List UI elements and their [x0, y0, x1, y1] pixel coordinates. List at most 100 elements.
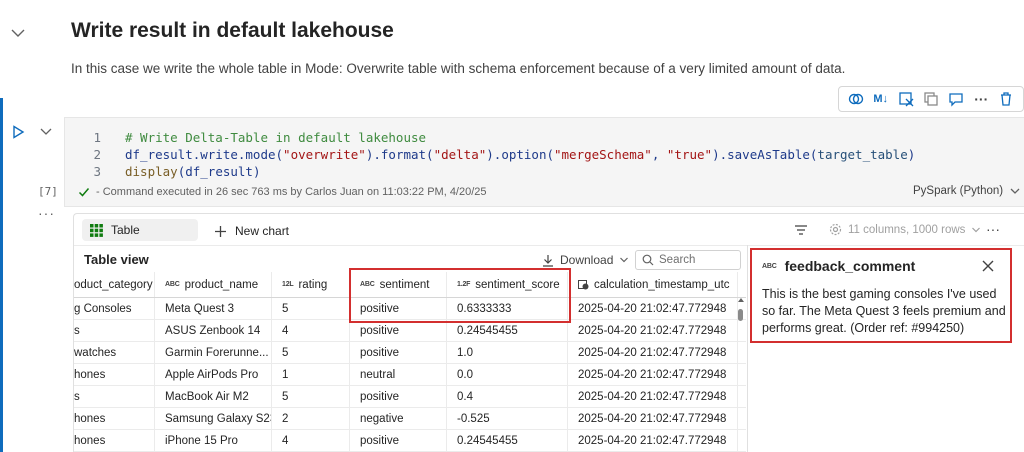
detail-body-text: This is the best gaming consoles I've us…	[762, 287, 1006, 335]
column-type-icon: 12L	[282, 281, 294, 288]
code-token: "mergeSchema"	[554, 147, 652, 162]
download-button[interactable]: Download	[542, 253, 629, 267]
table-cell[interactable]: 0.24545455	[447, 430, 568, 451]
table-cell[interactable]: 2025-04-20 21:02:47.772948	[568, 408, 738, 429]
table-cell[interactable]: Apple AirPods Pro	[155, 364, 272, 385]
success-check-icon	[78, 188, 90, 197]
convert-to-markdown-button[interactable]: M↓	[871, 90, 891, 108]
copilot-icon[interactable]	[846, 90, 866, 108]
clear-output-icon[interactable]	[896, 90, 916, 108]
detail-header: ABC feedback_comment	[762, 258, 915, 274]
code-token: "delta"	[433, 147, 487, 162]
column-header[interactable]: oduct_category	[74, 272, 155, 297]
table-cell[interactable]: positive	[350, 342, 447, 363]
table-row[interactable]: s ASUS Zenbook 14 4 positive 0.24545455 2025-…	[74, 320, 746, 342]
table-cell[interactable]: 0.0	[447, 364, 568, 385]
table-cell[interactable]: positive	[350, 320, 447, 341]
comment-icon[interactable]	[946, 90, 966, 108]
table-row[interactable]: s MacBook Air M2 5 positive 0.4 2025-04-20 21…	[74, 386, 746, 408]
run-options-chevron-icon[interactable]	[38, 124, 54, 138]
execution-count: [7]	[38, 185, 58, 198]
table-row[interactable]: watches Garmin Forerunne... 5 positive 1.0 20…	[74, 342, 746, 364]
cell-toolbar: M↓ ···	[838, 86, 1024, 112]
detail-panel-divider	[747, 245, 748, 452]
code-token: ).format(	[365, 147, 434, 162]
table-cell[interactable]: Meta Quest 3	[155, 298, 272, 319]
chevron-down-icon	[1010, 188, 1020, 194]
table-row[interactable]: hones Samsung Galaxy S23 2 negative -0.525 20…	[74, 408, 746, 430]
table-view-title: Table view	[84, 252, 149, 267]
table-cell[interactable]: 2025-04-20 21:02:47.772948	[568, 298, 738, 319]
column-name: rating	[298, 278, 328, 291]
table-cell[interactable]: 5	[272, 386, 350, 407]
vertical-scrollbar[interactable]	[738, 309, 743, 321]
table-cell[interactable]: 2	[272, 408, 350, 429]
run-cell-icon[interactable]	[11, 125, 25, 139]
table-cell[interactable]: hones	[74, 408, 155, 429]
download-icon	[543, 254, 553, 267]
table-cell[interactable]: 5	[272, 342, 350, 363]
table-cell[interactable]: 2025-04-20 21:02:47.772948	[568, 320, 738, 341]
column-header[interactable]: ABC product_name	[155, 272, 272, 297]
table-cell[interactable]: negative	[350, 408, 447, 429]
table-cell[interactable]: neutral	[350, 364, 447, 385]
table-cell[interactable]: 1	[272, 364, 350, 385]
timestamp-type-icon	[578, 280, 589, 290]
table-cell[interactable]: iPhone 15 Pro	[155, 430, 272, 451]
table-cell[interactable]: 2025-04-20 21:02:47.772948	[568, 364, 738, 385]
table-cell[interactable]: Samsung Galaxy S23	[155, 408, 272, 429]
table-cell[interactable]: hones	[74, 364, 155, 385]
table-row[interactable]: hones Apple AirPods Pro 1 neutral 0.0 2025-04…	[74, 364, 746, 386]
table-cell[interactable]: s	[74, 320, 155, 341]
table-cell[interactable]: 0.4	[447, 386, 568, 407]
table-cell[interactable]: positive	[350, 430, 447, 451]
table-cell[interactable]: hones	[74, 430, 155, 451]
table-cell[interactable]: 1.0	[447, 342, 568, 363]
collapse-chevron-icon[interactable]	[10, 26, 26, 40]
delete-icon[interactable]	[996, 90, 1016, 108]
table-cell[interactable]: 2025-04-20 21:02:47.772948	[568, 386, 738, 407]
close-icon[interactable]	[981, 259, 995, 273]
column-name: oduct_category	[74, 278, 153, 291]
table-cell[interactable]: 4	[272, 430, 350, 451]
output-more-icon[interactable]: ···	[986, 221, 1000, 237]
cell-more-icon[interactable]: ···	[38, 205, 55, 221]
scroll-up-arrow[interactable]	[738, 298, 744, 302]
code-token: # Write Delta-Table in default lakehouse	[125, 130, 427, 145]
table-cell[interactable]: MacBook Air M2	[155, 386, 272, 407]
line-number: 2	[93, 147, 101, 162]
table-cell[interactable]: 0.24545455	[447, 320, 568, 341]
new-chart-button[interactable]: New chart	[214, 220, 289, 242]
language-selector[interactable]: PySpark (Python)	[913, 185, 1021, 197]
table-cell[interactable]: ASUS Zenbook 14	[155, 320, 272, 341]
table-cell[interactable]: g Consoles	[74, 298, 155, 319]
code-token: ,	[651, 147, 667, 162]
duplicate-icon[interactable]	[921, 90, 941, 108]
markdown-title: Write result in default lakehouse	[71, 19, 394, 42]
table-cell[interactable]: 5	[272, 298, 350, 319]
filter-icon[interactable]	[794, 223, 808, 237]
table-row[interactable]: hones iPhone 15 Pro 4 positive 0.24545455 202…	[74, 430, 746, 452]
tab-table[interactable]: Table	[82, 219, 198, 241]
column-type-icon: ABC	[165, 281, 180, 288]
search-input[interactable]: Search	[635, 250, 741, 270]
table-cell[interactable]: 2025-04-20 21:02:47.772948	[568, 342, 738, 363]
code-text: df_result.write.mode("overwrite").format…	[125, 147, 915, 162]
table-cell[interactable]: watches	[74, 342, 155, 363]
code-token: target_table	[817, 147, 908, 162]
execution-status: - Command executed in 26 sec 763 ms by C…	[78, 186, 487, 198]
table-cell[interactable]: 4	[272, 320, 350, 341]
more-options-icon[interactable]: ···	[971, 90, 991, 108]
table-cell[interactable]: Garmin Forerunne...	[155, 342, 272, 363]
column-header[interactable]: calculation_timestamp_utc	[568, 272, 738, 297]
plus-icon	[215, 225, 226, 237]
download-label: Download	[560, 253, 614, 267]
table-cell[interactable]: -0.525	[447, 408, 568, 429]
table-grid-icon	[90, 223, 103, 237]
table-cell[interactable]: 2025-04-20 21:02:47.772948	[568, 430, 738, 451]
columns-settings[interactable]: 11 columns, 1000 rows	[829, 223, 981, 236]
column-header[interactable]: 12L rating	[272, 272, 350, 297]
table-cell[interactable]: positive	[350, 386, 447, 407]
table-cell[interactable]: s	[74, 386, 155, 407]
code-token: (df_result)	[177, 164, 261, 179]
